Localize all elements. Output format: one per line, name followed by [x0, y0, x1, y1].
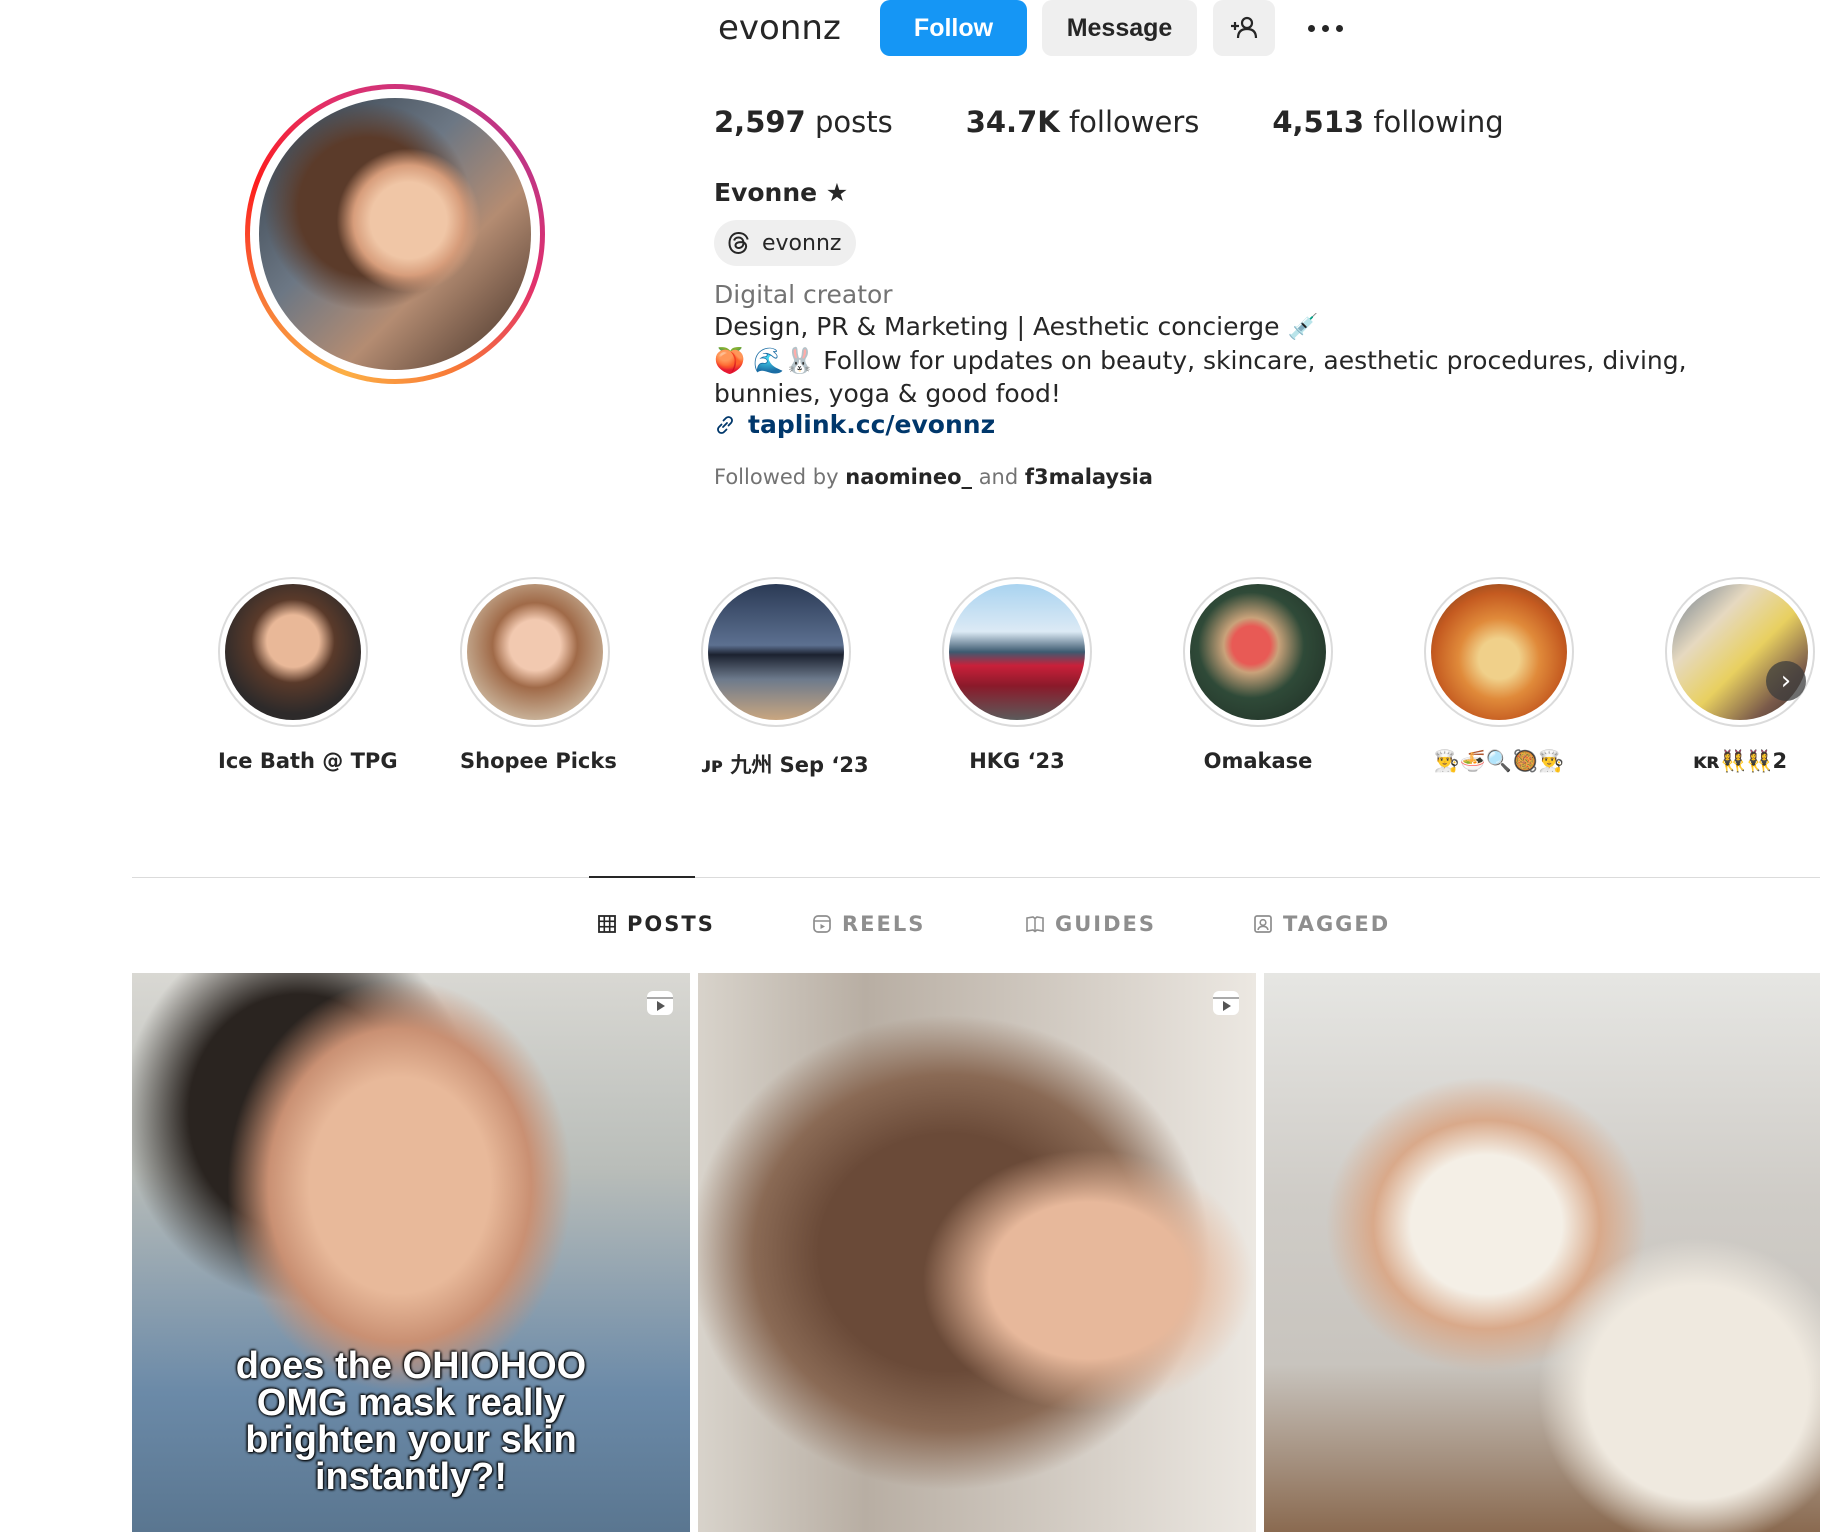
grid-icon [598, 915, 616, 933]
suggest-user-button[interactable] [1213, 0, 1275, 56]
tab-posts[interactable]: POSTS [597, 912, 715, 936]
followed-by[interactable]: Followed by naomineo_ and f3malaysia [714, 465, 1153, 489]
tab-label: REELS [842, 912, 926, 936]
profile-link-text[interactable]: taplink.cc/evonnz [748, 410, 995, 439]
followed-by-user[interactable]: f3malaysia [1025, 465, 1153, 489]
highlight-label: Shopee Picks [460, 749, 617, 773]
posts-count: 2,597 [714, 105, 806, 139]
highlight-label: ᴋʀ👯‍♀️👯‍♀️2 [1692, 749, 1788, 773]
tab-label: POSTS [627, 912, 715, 936]
profile-full-name: Evonne ★ [714, 178, 849, 207]
following-stat[interactable]: 4,513 following [1272, 105, 1503, 139]
threads-icon [728, 231, 749, 255]
tab-label: TAGGED [1283, 912, 1391, 936]
tab-guides[interactable]: GUIDES [1025, 912, 1156, 936]
link-icon [717, 415, 733, 434]
followed-by-and: and [978, 465, 1019, 489]
highlight-cover [1190, 584, 1326, 720]
active-tab-indicator [589, 876, 695, 878]
tabs-divider [132, 877, 1820, 878]
highlight-cover [1431, 584, 1567, 720]
highlight-label: 👨‍🍳🍜🔍🥘👨‍🍳 [1433, 749, 1565, 773]
threads-badge[interactable]: evonnz [714, 220, 857, 266]
posts-label: posts [814, 105, 893, 139]
tagged-icon [1254, 915, 1272, 933]
follow-button[interactable]: Follow [880, 0, 1027, 56]
highlight-cover [949, 584, 1085, 720]
profile-username: evonnz [718, 8, 841, 48]
highlight-item[interactable]: Shopee Picks [460, 577, 617, 773]
chevron-right-icon: › [1780, 666, 1792, 696]
followers-count: 34.7K [965, 105, 1060, 139]
highlight-label: Ice Bath @ TPG [218, 749, 398, 773]
highlight-item[interactable]: 👨‍🍳🍜🔍🥘👨‍🍳 [1424, 577, 1574, 774]
post-caption: does the OHIOHOO OMG mask really brighte… [235, 1345, 587, 1498]
tab-label: GUIDES [1055, 912, 1157, 936]
followers-label: followers [1068, 105, 1200, 139]
add-user-icon [1231, 16, 1258, 39]
reel-icon [1213, 991, 1239, 1015]
profile-avatar[interactable] [245, 84, 545, 384]
highlight-item[interactable]: HKG ‘23 [942, 577, 1092, 773]
message-button[interactable]: Message [1042, 0, 1197, 56]
post-thumbnail[interactable]: does the OHIOHOO OMG mask really brighte… [132, 973, 690, 1532]
highlight-label: ᴊᴘ 九州 Sep ‘23 [701, 753, 869, 777]
highlight-item[interactable]: Omakase [1183, 577, 1333, 773]
more-dot-icon [1307, 24, 1315, 32]
posts-stat: 2,597 posts [714, 105, 893, 139]
tab-reels[interactable]: REELS [812, 912, 925, 936]
options-button[interactable] [1295, 8, 1355, 48]
profile-link[interactable]: taplink.cc/evonnz [714, 410, 995, 439]
following-label: following [1373, 105, 1504, 139]
highlight-cover [708, 584, 844, 720]
post-thumbnail[interactable] [1264, 973, 1820, 1532]
guides-icon [1026, 916, 1044, 933]
followed-by-user[interactable]: naomineo_ [845, 465, 972, 489]
following-count: 4,513 [1272, 105, 1365, 139]
threads-handle: evonnz [762, 230, 842, 256]
bio-line-1: Design, PR & Marketing | Aesthetic conci… [714, 312, 1319, 341]
tab-tagged[interactable]: TAGGED [1253, 912, 1390, 936]
highlight-item[interactable]: ᴊᴘ 九州 Sep ‘23 [701, 577, 869, 779]
highlight-item[interactable]: Ice Bath @ TPG [218, 577, 398, 773]
followers-stat[interactable]: 34.7K followers [966, 105, 1200, 139]
avatar-photo [259, 98, 531, 370]
more-dot-icon [1321, 24, 1329, 32]
reels-icon [813, 915, 831, 933]
reel-icon [647, 991, 673, 1015]
profile-stats: 2,597 posts 34.7K followers 4,513 follow… [714, 105, 1504, 139]
highlight-cover [225, 584, 361, 720]
post-thumbnail[interactable] [698, 973, 1256, 1532]
profile-category: Digital creator [714, 280, 893, 309]
bio-line-2: 🍑 🌊🐰 Follow for updates on beauty, skinc… [714, 346, 1687, 408]
followed-by-prefix: Followed by [714, 465, 839, 489]
more-dot-icon [1335, 24, 1343, 32]
highlight-label: HKG ‘23 [969, 749, 1065, 773]
highlight-cover [467, 584, 603, 720]
highlight-label: Omakase [1203, 749, 1313, 773]
highlights-next-button[interactable]: › [1766, 661, 1806, 701]
